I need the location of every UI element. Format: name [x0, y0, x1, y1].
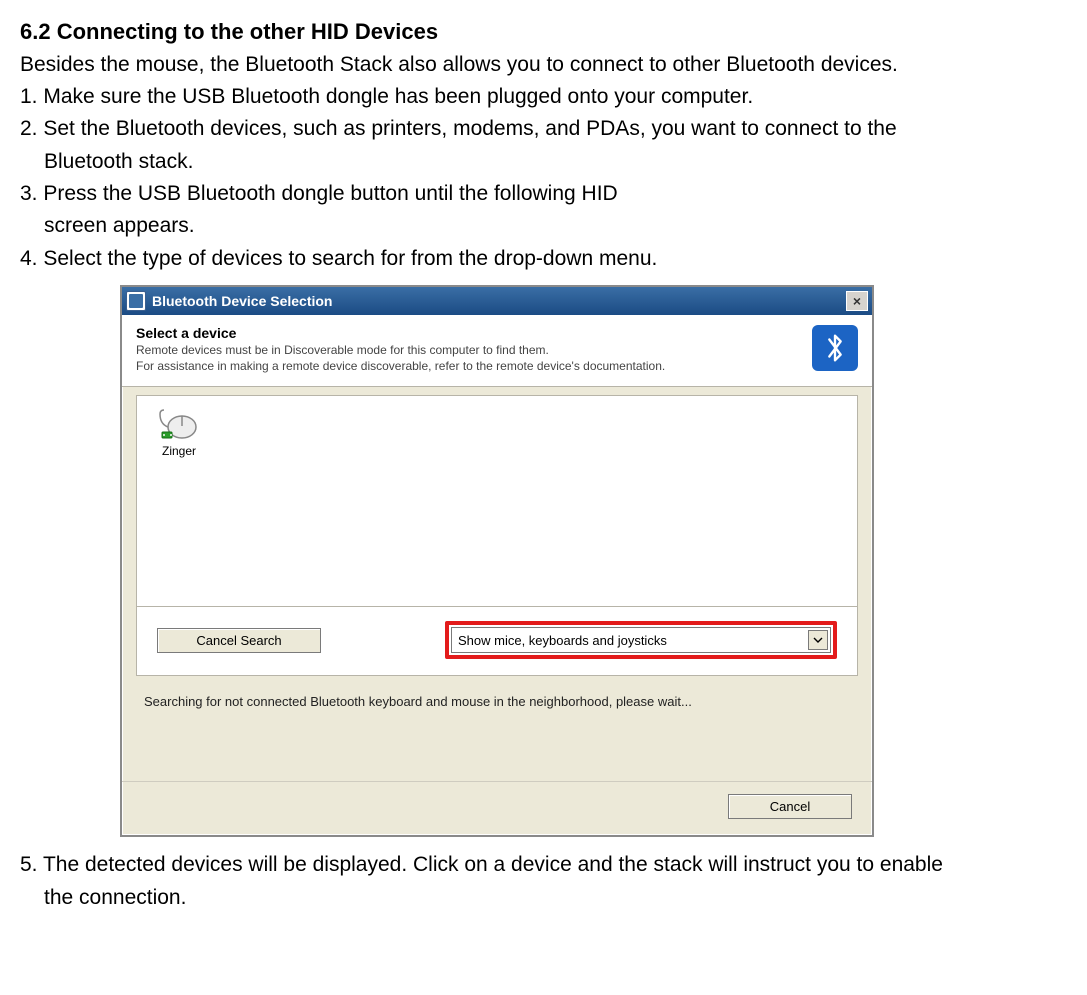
dialog-titlebar: Bluetooth Device Selection ×	[122, 287, 872, 315]
dialog-figure: Bluetooth Device Selection × Select a de…	[120, 285, 1067, 837]
step-2-cont: Bluetooth stack.	[20, 148, 1067, 176]
chevron-down-icon	[808, 630, 828, 650]
device-list[interactable]: Zinger	[136, 395, 858, 607]
dropdown-value: Show mice, keyboards and joysticks	[458, 633, 667, 648]
dialog-footer: Cancel	[122, 781, 872, 835]
step-5-cont: the connection.	[20, 884, 1067, 912]
banner-line-2: For assistance in making a remote device…	[136, 359, 665, 375]
step-5: 5. The detected devices will be displaye…	[20, 851, 1067, 879]
cancel-button[interactable]: Cancel	[728, 794, 852, 819]
step-1: 1. Make sure the USB Bluetooth dongle ha…	[20, 83, 1067, 111]
step-2: 2. Set the Bluetooth devices, such as pr…	[20, 115, 1067, 143]
dialog-title: Bluetooth Device Selection	[152, 293, 332, 309]
status-text: Searching for not connected Bluetooth ke…	[136, 676, 858, 719]
step-3: 3. Press the USB Bluetooth dongle button…	[20, 180, 1067, 208]
app-icon	[126, 291, 146, 311]
intro-text: Besides the mouse, the Bluetooth Stack a…	[20, 51, 1067, 79]
bluetooth-icon	[812, 325, 858, 371]
device-item[interactable]: Zinger	[149, 406, 209, 458]
device-label: Zinger	[162, 444, 196, 458]
close-icon: ×	[853, 294, 861, 308]
banner-heading: Select a device	[136, 325, 665, 341]
cancel-search-button[interactable]: Cancel Search	[157, 628, 321, 653]
banner-line-1: Remote devices must be in Discoverable m…	[136, 343, 665, 359]
bluetooth-dialog: Bluetooth Device Selection × Select a de…	[120, 285, 874, 837]
step-4: 4. Select the type of devices to search …	[20, 245, 1067, 273]
search-controls: Cancel Search Show mice, keyboards and j…	[136, 607, 858, 676]
mouse-icon	[158, 406, 200, 440]
section-heading: 6.2 Connecting to the other HID Devices	[20, 18, 1067, 47]
close-button[interactable]: ×	[846, 291, 868, 311]
step-3-cont: screen appears.	[20, 212, 1067, 240]
dropdown-highlight: Show mice, keyboards and joysticks	[445, 621, 837, 659]
device-type-dropdown[interactable]: Show mice, keyboards and joysticks	[451, 627, 831, 653]
dialog-banner: Select a device Remote devices must be i…	[122, 315, 872, 387]
